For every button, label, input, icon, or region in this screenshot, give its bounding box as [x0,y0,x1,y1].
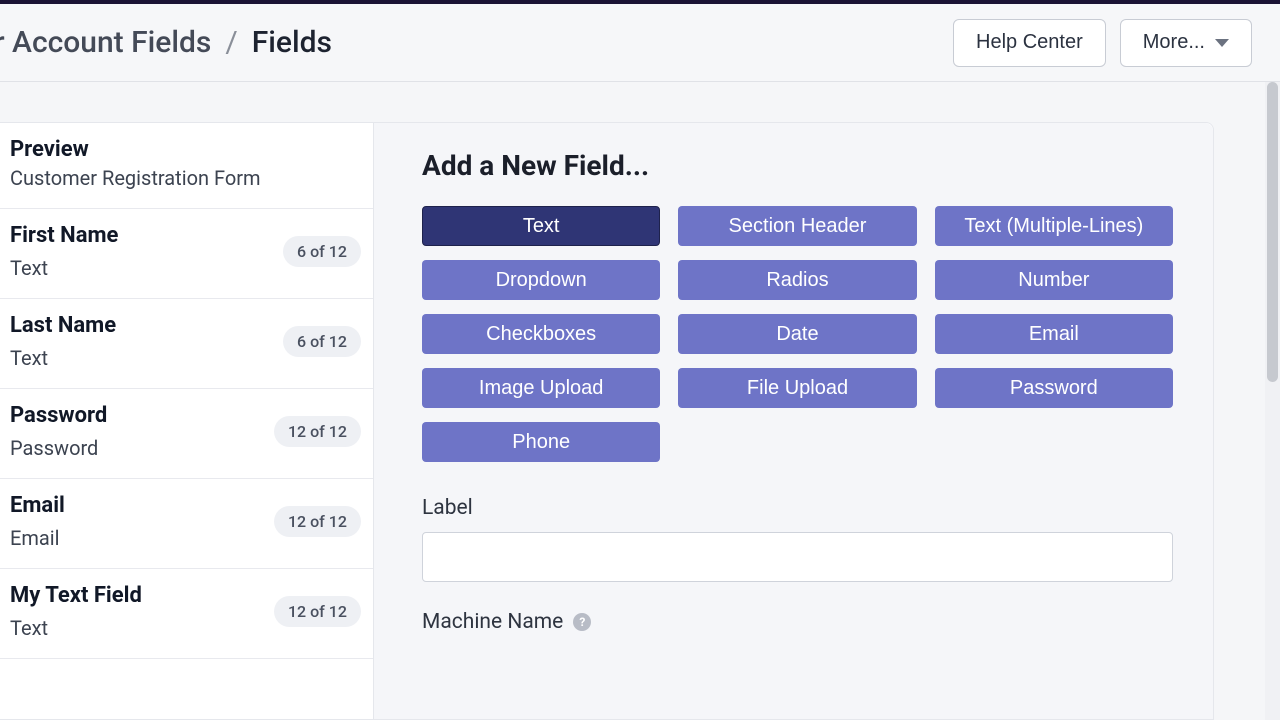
field-type: Text [10,616,142,640]
breadcrumb-previous[interactable]: r Account Fields [0,25,211,60]
sidebar-item-first-name[interactable]: First Name Text 6 of 12 [0,209,373,299]
type-radios-button[interactable]: Radios [678,260,916,300]
breadcrumb: r Account Fields / Fields [0,25,332,60]
type-number-button[interactable]: Number [935,260,1173,300]
type-file-upload-button[interactable]: File Upload [678,368,916,408]
vertical-scrollbar[interactable] [1265,82,1280,720]
field-type: Text [10,346,116,370]
field-count-pill: 12 of 12 [274,416,361,447]
sidebar-preview-title: Preview [10,137,361,162]
field-title: Email [10,493,65,518]
field-title: First Name [10,223,118,248]
content-card: Preview Customer Registration Form First… [0,122,1214,720]
field-count-pill: 6 of 12 [283,236,361,267]
breadcrumb-current: Fields [252,25,332,60]
sidebar-item-email[interactable]: Email Email 12 of 12 [0,479,373,569]
sidebar-preview-subtitle: Customer Registration Form [10,166,361,190]
more-label: More... [1143,31,1205,54]
field-count-pill: 12 of 12 [274,596,361,627]
type-image-upload-button[interactable]: Image Upload [422,368,660,408]
help-center-label: Help Center [976,31,1083,54]
type-text-button[interactable]: Text [422,206,660,246]
type-checkboxes-button[interactable]: Checkboxes [422,314,660,354]
type-email-button[interactable]: Email [935,314,1173,354]
help-center-button[interactable]: Help Center [953,19,1106,67]
header-actions: Help Center More... [953,19,1252,67]
sidebar-item-my-text-field[interactable]: My Text Field Text 12 of 12 [0,569,373,659]
field-title: Password [10,403,107,428]
breadcrumb-separator: / [225,25,237,60]
field-type: Text [10,256,118,280]
type-phone-button[interactable]: Phone [422,422,660,462]
type-date-button[interactable]: Date [678,314,916,354]
page-header: r Account Fields / Fields Help Center Mo… [0,4,1280,82]
label-input[interactable] [422,532,1173,582]
more-button[interactable]: More... [1120,19,1252,67]
label-field-label: Label [422,496,1173,520]
field-type: Password [10,436,107,460]
field-count-pill: 12 of 12 [274,506,361,537]
add-field-heading: Add a New Field... [422,149,1173,182]
type-text-multiline-button[interactable]: Text (Multiple-Lines) [935,206,1173,246]
type-section-header-button[interactable]: Section Header [678,206,916,246]
field-count-pill: 6 of 12 [283,326,361,357]
field-title: Last Name [10,313,116,338]
scroll-thumb[interactable] [1267,82,1278,382]
machine-name-label: Machine Name ? [422,610,1173,634]
label-text: Label [422,496,473,520]
machine-name-text: Machine Name [422,610,563,634]
sidebar-preview[interactable]: Preview Customer Registration Form [0,123,373,209]
sidebar-item-password[interactable]: Password Password 12 of 12 [0,389,373,479]
field-title: My Text Field [10,583,142,608]
field-type: Email [10,526,65,550]
type-password-button[interactable]: Password [935,368,1173,408]
chevron-down-icon [1215,39,1229,47]
sidebar-item-last-name[interactable]: Last Name Text 6 of 12 [0,299,373,389]
main-panel: Add a New Field... Text Section Header T… [374,123,1213,719]
type-dropdown-button[interactable]: Dropdown [422,260,660,300]
fields-sidebar: Preview Customer Registration Form First… [0,123,374,719]
field-type-grid: Text Section Header Text (Multiple-Lines… [422,206,1173,462]
page-body: Preview Customer Registration Form First… [0,82,1280,720]
help-icon[interactable]: ? [573,613,591,631]
